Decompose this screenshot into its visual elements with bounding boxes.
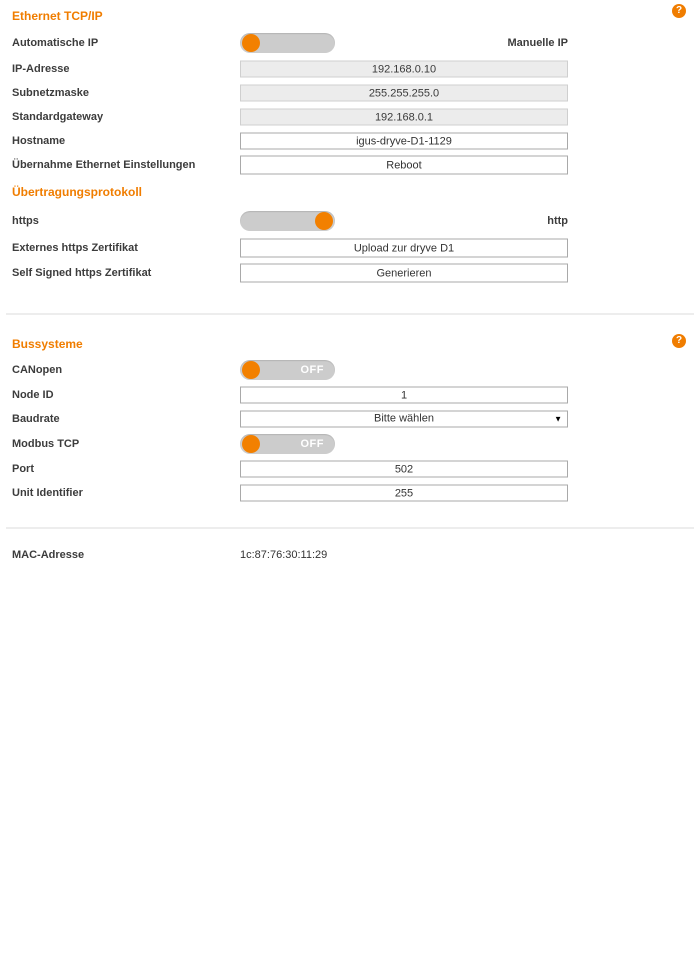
external-cert-label: Externes https Zertifikat bbox=[12, 242, 138, 254]
row-self-signed: Self Signed https Zertifikat Generieren bbox=[0, 261, 700, 285]
port-label: Port bbox=[12, 463, 34, 475]
row-gateway: Standardgateway bbox=[0, 105, 700, 129]
reboot-button[interactable]: Reboot bbox=[240, 155, 568, 175]
upload-cert-button[interactable]: Upload zur dryve D1 bbox=[240, 238, 568, 258]
https-label: https bbox=[12, 215, 39, 227]
canopen-label: CANopen bbox=[12, 364, 63, 376]
modbus-toggle-state: OFF bbox=[300, 438, 324, 450]
ip-address-label: IP-Adresse bbox=[12, 63, 70, 75]
auto-ip-toggle[interactable] bbox=[240, 33, 335, 53]
modbus-toggle[interactable]: OFF bbox=[240, 434, 335, 454]
row-unit-identifier: Unit Identifier bbox=[0, 481, 700, 505]
baudrate-label: Baudrate bbox=[12, 413, 60, 425]
apply-ethernet-label: Übernahme Ethernet Einstellungen bbox=[12, 159, 196, 171]
mac-address-label: MAC-Adresse bbox=[12, 549, 85, 561]
toggle-knob-icon bbox=[315, 212, 333, 230]
row-auto-ip: Automatische IP Manuelle IP bbox=[0, 29, 700, 57]
row-modbus: Modbus TCP OFF bbox=[0, 431, 700, 457]
subnet-label: Subnetzmaske bbox=[12, 87, 90, 99]
port-field[interactable] bbox=[240, 460, 568, 478]
gateway-label: Standardgateway bbox=[12, 111, 104, 123]
help-icon[interactable]: ? bbox=[672, 4, 686, 18]
row-mac-address: MAC-Adresse 1c:87:76:30:11:29 bbox=[0, 543, 700, 567]
modbus-label: Modbus TCP bbox=[12, 438, 80, 450]
node-id-field[interactable] bbox=[240, 386, 568, 404]
http-label: http bbox=[547, 215, 568, 227]
generate-cert-button[interactable]: Generieren bbox=[240, 263, 568, 283]
row-apply-ethernet: Übernahme Ethernet Einstellungen Reboot bbox=[0, 153, 700, 177]
row-ip-address: IP-Adresse bbox=[0, 57, 700, 81]
row-canopen: CANopen OFF bbox=[0, 357, 700, 383]
hostname-label: Hostname bbox=[12, 135, 66, 147]
help-icon[interactable]: ? bbox=[672, 334, 686, 348]
hostname-field[interactable] bbox=[240, 132, 568, 150]
toggle-knob-icon bbox=[242, 34, 260, 52]
manual-ip-label: Manuelle IP bbox=[507, 37, 568, 49]
canopen-toggle-state: OFF bbox=[300, 364, 324, 376]
toggle-knob-icon bbox=[242, 361, 260, 379]
row-external-cert: Externes https Zertifikat Upload zur dry… bbox=[0, 235, 700, 261]
section-title-bus: Bussysteme bbox=[12, 337, 83, 351]
ip-address-field bbox=[240, 60, 568, 78]
section-title-protocol: Übertragungsprotokoll bbox=[12, 185, 143, 199]
https-toggle[interactable] bbox=[240, 211, 335, 231]
row-baudrate: Baudrate Bitte wählen ▼ bbox=[0, 407, 700, 431]
auto-ip-label: Automatische IP bbox=[12, 37, 99, 49]
canopen-toggle[interactable]: OFF bbox=[240, 360, 335, 380]
mac-address-value: 1c:87:76:30:11:29 bbox=[240, 549, 328, 561]
settings-page: ? ? Ethernet TCP/IP Automatische IP Manu… bbox=[0, 0, 700, 966]
row-hostname: Hostname bbox=[0, 129, 700, 153]
self-signed-label: Self Signed https Zertifikat bbox=[12, 267, 152, 279]
baudrate-select[interactable]: Bitte wählen ▼ bbox=[240, 410, 568, 428]
row-port: Port bbox=[0, 457, 700, 481]
gateway-field bbox=[240, 108, 568, 126]
chevron-down-icon: ▼ bbox=[554, 414, 562, 424]
divider bbox=[6, 527, 694, 529]
row-https: https http bbox=[0, 207, 700, 235]
section-title-ethernet: Ethernet TCP/IP bbox=[12, 9, 103, 23]
row-node-id: Node ID bbox=[0, 383, 700, 407]
unit-identifier-label: Unit Identifier bbox=[12, 487, 83, 499]
divider bbox=[6, 313, 694, 315]
toggle-knob-icon bbox=[242, 435, 260, 453]
unit-identifier-field[interactable] bbox=[240, 484, 568, 502]
baudrate-selected-value: Bitte wählen bbox=[374, 412, 434, 425]
node-id-label: Node ID bbox=[12, 389, 54, 401]
subnet-field bbox=[240, 84, 568, 102]
row-subnet: Subnetzmaske bbox=[0, 81, 700, 105]
